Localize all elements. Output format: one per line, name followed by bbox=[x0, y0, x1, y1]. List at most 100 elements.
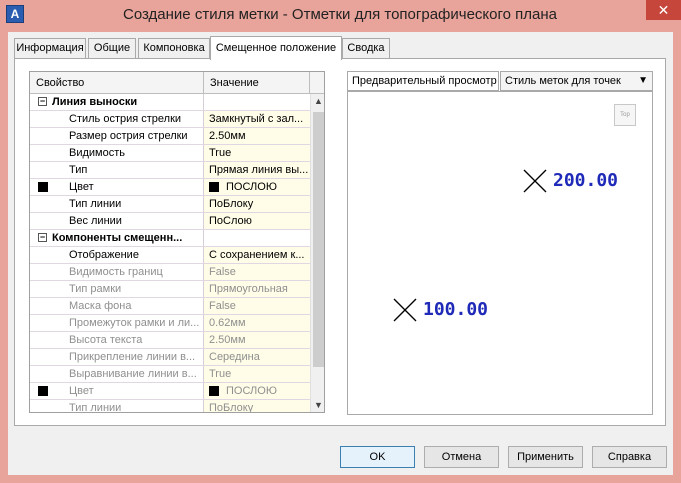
label-style-select[interactable]: Стиль меток для точек ▼ bbox=[500, 71, 653, 91]
property-value-cell[interactable]: ПоБлоку bbox=[204, 196, 310, 212]
grid-property-row[interactable]: Стиль острия стрелки Замкнутый с зал... bbox=[30, 111, 310, 128]
tab-summary[interactable]: Сводка bbox=[342, 38, 390, 58]
property-value-cell[interactable]: False bbox=[204, 298, 310, 314]
grid-property-row[interactable]: Тип линии ПоБлоку bbox=[30, 400, 310, 413]
property-value: False bbox=[209, 300, 236, 312]
property-value-cell[interactable]: 2.50мм bbox=[204, 332, 310, 348]
close-button[interactable]: ✕ bbox=[646, 0, 681, 20]
property-name-cell: Промежуток рамки и ли... bbox=[30, 315, 204, 331]
grid-property-row[interactable]: Прикрепление линии в... Середина bbox=[30, 349, 310, 366]
property-name-cell: Прикрепление линии в... bbox=[30, 349, 204, 365]
property-value-cell[interactable]: Замкнутый с зал... bbox=[204, 111, 310, 127]
property-value-cell[interactable]: ПОСЛОЮ bbox=[204, 383, 310, 399]
property-name-cell: − Линия выноски bbox=[30, 94, 204, 110]
grid-property-row[interactable]: Видимость границ False bbox=[30, 264, 310, 281]
grid-property-row[interactable]: Тип рамки Прямоугольная bbox=[30, 281, 310, 298]
property-value: True bbox=[209, 368, 232, 380]
grid-property-row[interactable]: Маска фона False bbox=[30, 298, 310, 315]
column-header-property[interactable]: Свойство bbox=[30, 72, 204, 94]
property-name-cell: Видимость границ bbox=[30, 264, 204, 280]
property-label: Тип bbox=[69, 164, 88, 176]
grid-property-row[interactable]: Размер острия стрелки 2.50мм bbox=[30, 128, 310, 145]
cancel-button[interactable]: Отмена bbox=[424, 446, 499, 468]
tab-offset-position[interactable]: Смещенное положение bbox=[210, 36, 342, 60]
property-value: Прямая линия вы... bbox=[209, 164, 309, 176]
property-value-cell[interactable]: True bbox=[204, 145, 310, 161]
grid-property-row[interactable]: Отображение С сохранением к... bbox=[30, 247, 310, 264]
property-name-cell: Стиль острия стрелки bbox=[30, 111, 204, 127]
grid-property-row[interactable]: Тип линии ПоБлоку bbox=[30, 196, 310, 213]
category-label: Линия выноски bbox=[52, 96, 138, 108]
collapse-icon[interactable]: − bbox=[38, 97, 47, 106]
app-icon-letter: A bbox=[10, 7, 20, 21]
property-value: Прямоугольная bbox=[209, 283, 288, 295]
tab-layout[interactable]: Компоновка bbox=[138, 38, 210, 58]
tab-information[interactable]: Информация bbox=[14, 38, 86, 58]
scroll-down-icon[interactable]: ▼ bbox=[311, 398, 324, 412]
color-swatch-icon bbox=[209, 182, 219, 192]
viewcube-icon[interactable]: Top bbox=[614, 104, 636, 126]
grid-property-row[interactable]: Промежуток рамки и ли... 0.62мм bbox=[30, 315, 310, 332]
scroll-thumb[interactable] bbox=[313, 112, 324, 367]
grid-property-row[interactable]: Цвет ПОСЛОЮ bbox=[30, 179, 310, 196]
property-grid: Свойство Значение − Линия выноски Стиль ос… bbox=[29, 71, 325, 413]
grid-category-row[interactable]: − Компоненты смещенн... bbox=[30, 230, 310, 247]
property-value: С сохранением к... bbox=[209, 249, 305, 261]
property-label: Тип линии bbox=[69, 402, 122, 413]
scroll-up-icon[interactable]: ▲ bbox=[311, 94, 324, 109]
window-title: Создание стиля метки - Отметки для топог… bbox=[123, 6, 557, 23]
grid-category-row[interactable]: − Линия выноски bbox=[30, 94, 310, 111]
property-name-cell: Цвет bbox=[30, 383, 204, 399]
grid-property-row[interactable]: Высота текста 2.50мм bbox=[30, 332, 310, 349]
property-value-cell[interactable]: ПоСлою bbox=[204, 213, 310, 229]
property-name-cell: Цвет bbox=[30, 179, 204, 195]
point-marker-icon bbox=[393, 298, 417, 322]
preview-canvas[interactable]: Top 200.00 100.00 bbox=[347, 91, 653, 415]
property-label: Маска фона bbox=[69, 300, 132, 312]
point-marker-icon bbox=[523, 169, 547, 193]
property-value-cell[interactable]: True bbox=[204, 366, 310, 382]
preview-header: Предварительный просмотр Стиль меток для… bbox=[347, 71, 653, 91]
preview-area: Предварительный просмотр Стиль меток для… bbox=[347, 71, 653, 415]
title-bar: A Создание стиля метки - Отметки для топ… bbox=[0, 0, 681, 32]
property-value-cell[interactable]: False bbox=[204, 264, 310, 280]
property-name-cell: Высота текста bbox=[30, 332, 204, 348]
grid-property-row[interactable]: Вес линии ПоСлою bbox=[30, 213, 310, 230]
property-name-cell: Выравнивание линии в... bbox=[30, 366, 204, 382]
property-name-cell: Размер острия стрелки bbox=[30, 128, 204, 144]
property-value-cell[interactable]: 2.50мм bbox=[204, 128, 310, 144]
collapse-icon[interactable]: − bbox=[38, 233, 47, 242]
property-label: Выравнивание линии в... bbox=[69, 368, 197, 380]
grid-property-row[interactable]: Цвет ПОСЛОЮ bbox=[30, 383, 310, 400]
ok-button[interactable]: OK bbox=[340, 446, 415, 468]
preview-label[interactable]: Предварительный просмотр bbox=[347, 71, 499, 91]
property-value-cell[interactable]: С сохранением к... bbox=[204, 247, 310, 263]
color-swatch-icon bbox=[38, 182, 48, 192]
point-label: 200.00 bbox=[553, 170, 619, 191]
grid-property-row[interactable]: Выравнивание линии в... True bbox=[30, 366, 310, 383]
property-value: ПОСЛОЮ bbox=[226, 181, 277, 193]
chevron-down-icon: ▼ bbox=[638, 75, 648, 86]
grid-property-row[interactable]: Тип Прямая линия вы... bbox=[30, 162, 310, 179]
color-swatch-icon bbox=[209, 386, 219, 396]
app-icon[interactable]: A bbox=[6, 5, 24, 23]
property-value-cell[interactable]: Прямая линия вы... bbox=[204, 162, 310, 178]
grid-scrollbar[interactable]: ▲ ▼ bbox=[310, 94, 324, 412]
property-value: ПоБлоку bbox=[209, 402, 254, 413]
apply-button[interactable]: Применить bbox=[508, 446, 583, 468]
property-value: True bbox=[209, 147, 232, 159]
property-value-cell[interactable]: ПОСЛОЮ bbox=[204, 179, 310, 195]
tab-general[interactable]: Общие bbox=[88, 38, 136, 58]
property-label: Цвет bbox=[69, 385, 94, 397]
property-value-cell[interactable]: ПоБлоку bbox=[204, 400, 310, 413]
property-name-cell: Маска фона bbox=[30, 298, 204, 314]
property-value-cell[interactable]: Середина bbox=[204, 349, 310, 365]
property-value-cell[interactable]: 0.62мм bbox=[204, 315, 310, 331]
property-value: 2.50мм bbox=[209, 334, 246, 346]
help-button[interactable]: Справка bbox=[592, 446, 667, 468]
property-value-cell[interactable]: Прямоугольная bbox=[204, 281, 310, 297]
category-label: Компоненты смещенн... bbox=[52, 232, 183, 244]
property-name-cell: Тип рамки bbox=[30, 281, 204, 297]
column-header-value[interactable]: Значение bbox=[204, 72, 310, 94]
grid-property-row[interactable]: Видимость True bbox=[30, 145, 310, 162]
